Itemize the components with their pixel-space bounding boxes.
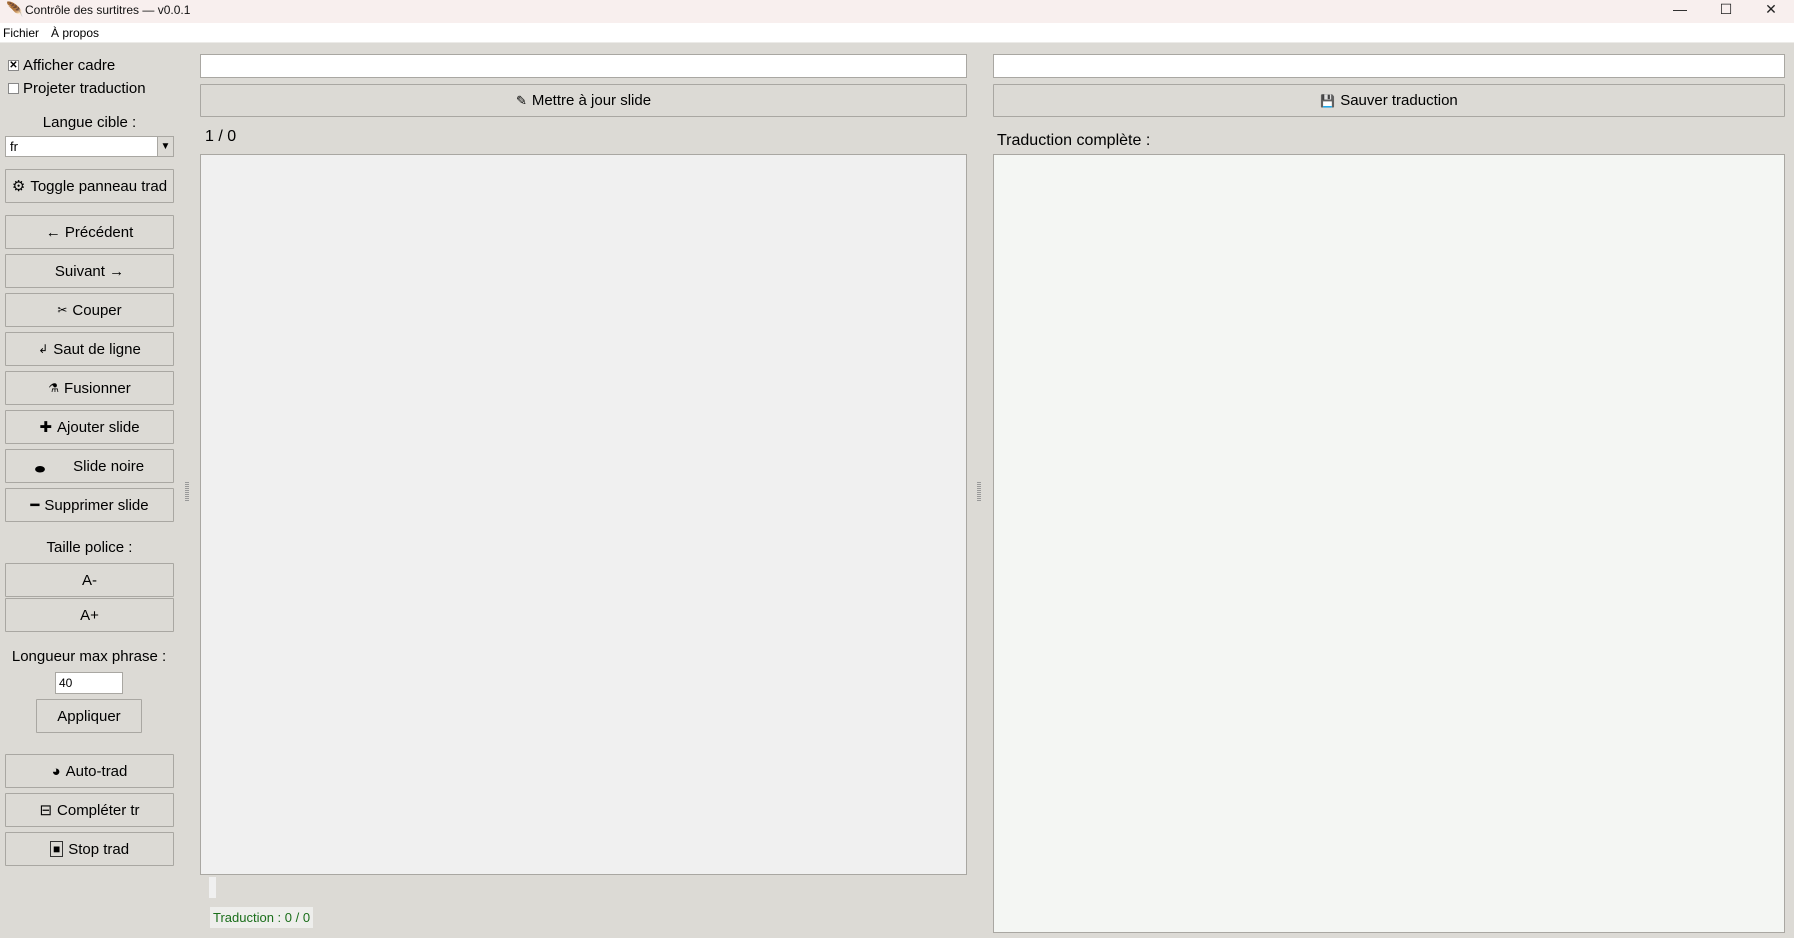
merge-button[interactable]: ⚗ Fusionner [5,371,174,405]
full-translation-label: Traduction complète : [997,132,1151,149]
stop-trad-button[interactable]: ■ Stop trad [5,832,174,866]
menu-a-propos[interactable]: À propos [51,26,99,40]
auto-trad-label: Auto-trad [65,762,128,780]
close-button[interactable]: ✕ [1748,0,1794,23]
cut-button[interactable]: ✂ Couper [5,293,174,327]
add-slide-label: Ajouter slide [57,418,140,436]
right-sash-handle[interactable] [977,482,981,502]
show-frame-label[interactable]: Afficher cadre [23,57,115,74]
project-translation-checkbox[interactable] [8,83,19,94]
full-translation-text-area[interactable] [993,154,1785,933]
font-increase-button[interactable]: A+ [5,598,174,632]
floppy-disk-icon: 💾 [1320,93,1336,108]
project-translation-label[interactable]: Projeter traduction [23,80,146,97]
font-increase-label: A+ [80,606,99,624]
merge-icon: ⚗ [48,381,60,395]
max-length-label: Longueur max phrase : [11,648,167,665]
menu-bar: Fichier À propos [0,23,1794,43]
globe-icon: ◕ [51,762,61,780]
target-language-label: Langue cible : [42,114,137,131]
apply-label: Appliquer [57,707,121,725]
cut-label: Couper [72,301,122,319]
slide-input[interactable] [200,54,967,78]
black-slide-button[interactable]: ⬬ Slide noire [5,449,174,483]
translation-input[interactable] [993,54,1785,78]
update-slide-button[interactable]: ✎ Mettre à jour slide [200,84,967,117]
return-icon: ↲ [38,342,49,356]
left-sash-handle[interactable] [185,482,189,502]
title-bar: 🪶 Contrôle des surtitres — v0.0.1 — ☐ ✕ [0,0,1794,23]
next-button[interactable]: Suivant → [5,254,174,288]
scissors-icon: ✂ [57,303,68,317]
maximize-button[interactable]: ☐ [1703,0,1749,23]
line-break-label: Saut de ligne [53,340,141,358]
toggle-panel-button[interactable]: ⚙ Toggle panneau trad [5,169,174,203]
font-decrease-button[interactable]: A- [5,563,174,597]
apply-button[interactable]: Appliquer [36,699,142,733]
slide-text-area[interactable] [200,154,967,875]
merge-label: Fusionner [64,379,131,397]
add-slide-button[interactable]: ✚ Ajouter slide [5,410,174,444]
edit-icon: ✎ [515,92,527,108]
plus-icon: ✚ [39,419,53,436]
horizontal-scrollbar[interactable] [209,877,216,898]
toggle-panel-label: Toggle panneau trad [30,177,168,195]
previous-button[interactable]: ← Précédent [5,215,174,249]
translation-status: Traduction : 0 / 0 [210,907,314,928]
gear-icon: ⚙ [11,178,26,195]
stop-trad-label: Stop trad [68,840,130,858]
font-decrease-label: A- [82,571,97,589]
auto-trad-button[interactable]: ◕ Auto-trad [5,754,174,788]
show-frame-checkbox[interactable]: ✕ [8,60,19,71]
minus-icon: ━ [30,497,40,514]
menu-fichier[interactable]: Fichier [3,26,39,40]
delete-slide-button[interactable]: ━ Supprimer slide [5,488,174,522]
update-slide-label: Mettre à jour slide [531,92,652,109]
delete-slide-label: Supprimer slide [44,496,149,514]
next-label: Suivant → [54,262,125,280]
save-translation-button[interactable]: 💾 Sauver traduction [993,84,1785,117]
window-title: Contrôle des surtitres — v0.0.1 [25,3,191,17]
chevron-down-icon[interactable]: ▼ [157,137,173,156]
line-break-button[interactable]: ↲ Saut de ligne [5,332,174,366]
black-slide-label: Slide noire [73,457,145,475]
slide-counter: 1 / 0 [205,128,237,145]
complete-tr-button[interactable]: ⊟ Compléter tr [5,793,174,827]
previous-label: ← Précédent [45,223,134,241]
complete-tr-label: Compléter tr [57,801,140,819]
font-size-label: Taille police : [46,539,133,556]
complete-icon: ⊟ [39,802,53,819]
minimize-button[interactable]: — [1657,0,1703,23]
max-length-input[interactable]: 40 [55,672,123,694]
stop-icon: ■ [49,841,64,857]
target-language-value: fr [10,139,18,154]
target-language-select[interactable]: fr ▼ [5,136,174,157]
save-translation-label: Sauver traduction [1340,92,1458,109]
max-length-value: 40 [59,676,73,690]
black-circle-icon: ⬬ [34,461,46,476]
app-feather-icon: 🪶 [6,1,24,17]
